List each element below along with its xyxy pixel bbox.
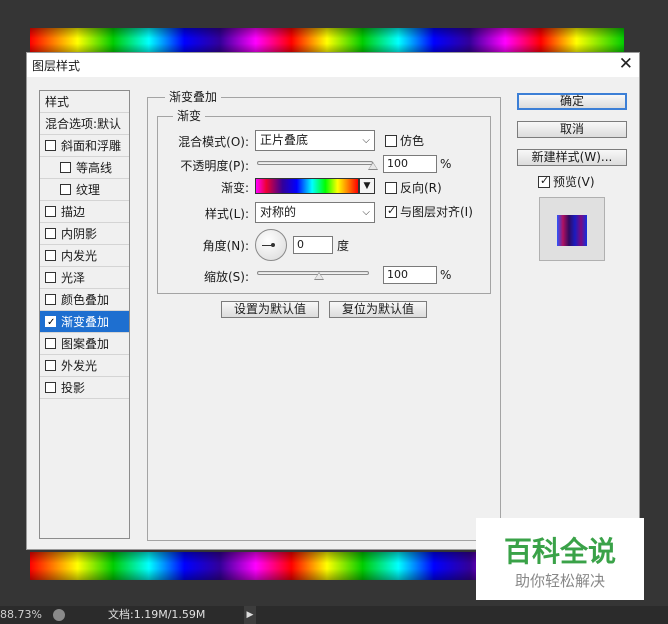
scale-input[interactable]: 100	[383, 266, 437, 284]
style-item-inner-glow[interactable]: 内发光	[40, 245, 129, 267]
style-item-checkbox[interactable]	[45, 294, 56, 305]
set-default-button[interactable]: 设置为默认值	[221, 301, 319, 318]
styles-list: 样式 混合选项:默认 斜面和浮雕等高线纹理描边内阴影内发光光泽颜色叠加 ✓ 渐变叠加…	[39, 90, 130, 539]
style-item-label: 内阴影	[61, 227, 98, 241]
document-size: 文档:1.19M/1.59M	[108, 608, 206, 621]
style-item-label: 外发光	[61, 359, 98, 373]
gradient-subgroup-title: 渐变	[173, 107, 206, 124]
canvas-gradient-top	[30, 28, 624, 54]
opacity-label: 不透明度(P):	[180, 159, 249, 173]
preview-swatch	[557, 215, 587, 246]
style-item-texture[interactable]: 纹理	[40, 179, 129, 201]
angle-dial[interactable]	[255, 229, 287, 261]
checkbox-box[interactable]	[385, 135, 397, 147]
styles-header[interactable]: 样式	[40, 91, 129, 113]
ok-button[interactable]: 确定	[517, 93, 627, 110]
reverse-label: 反向(R)	[400, 181, 442, 195]
style-item-satin[interactable]: 光泽	[40, 267, 129, 289]
style-item-checkbox[interactable]	[45, 382, 56, 393]
style-item-pattern-overlay[interactable]: 图案叠加	[40, 333, 129, 355]
style-item-bevel-emboss[interactable]: 斜面和浮雕	[40, 135, 129, 157]
watermark-subtitle: 助你轻松解决	[514, 572, 605, 590]
style-item-checkbox[interactable]	[45, 338, 56, 349]
reverse-checkbox[interactable]: 反向(R)	[385, 181, 442, 195]
gradient-swatch[interactable]	[255, 178, 359, 194]
preview-label: 预览(V)	[553, 175, 595, 189]
style-item-checkbox[interactable]	[45, 250, 56, 261]
cancel-button[interactable]: 取消	[517, 121, 627, 138]
angle-input[interactable]: 0	[293, 236, 333, 254]
style-item-label: 内发光	[61, 249, 98, 263]
style-item-label: 渐变叠加	[61, 315, 110, 329]
style-item-label: 颜色叠加	[61, 293, 110, 307]
style-item-outer-glow[interactable]: 外发光	[40, 355, 129, 377]
style-preview	[539, 197, 605, 261]
watermark-title: 百科全说	[503, 535, 616, 568]
dialog-titlebar: 图层样式 ✕	[27, 53, 639, 77]
style-item-color-overlay[interactable]: 颜色叠加	[40, 289, 129, 311]
blend-mode-label: 混合模式(O):	[178, 135, 249, 149]
scale-unit: %	[440, 268, 452, 282]
style-item-label: 描边	[61, 205, 86, 219]
status-bar: 88.73% 文档:1.19M/1.59M ▶	[0, 606, 668, 624]
zoom-level[interactable]: 88.73%	[0, 606, 42, 624]
chevron-down-icon: ⌵	[362, 207, 370, 218]
align-with-layer-label: 与图层对齐(I)	[400, 205, 473, 219]
style-item-label: 光泽	[61, 271, 86, 285]
style-item-contour[interactable]: 等高线	[40, 157, 129, 179]
style-item-checkbox[interactable]	[60, 162, 71, 173]
align-with-layer-checkbox[interactable]: ✓ 与图层对齐(I)	[385, 204, 473, 219]
opacity-slider[interactable]	[257, 161, 373, 165]
opacity-unit: %	[440, 157, 452, 171]
scale-label: 缩放(S):	[203, 270, 249, 284]
gradient-overlay-title: 渐变叠加	[165, 88, 222, 105]
opacity-input[interactable]: 100	[383, 155, 437, 173]
style-item-gradient-overlay[interactable]: ✓ 渐变叠加	[40, 311, 129, 333]
style-item-checkbox[interactable]	[45, 272, 56, 283]
dither-label: 仿色	[400, 134, 425, 148]
style-item-drop-shadow[interactable]: 投影	[40, 377, 129, 399]
blend-options-item[interactable]: 混合选项:默认	[40, 113, 129, 135]
angle-unit: 度	[337, 239, 350, 253]
angle-label: 角度(N):	[202, 239, 249, 253]
new-style-button[interactable]: 新建样式(W)...	[517, 149, 627, 166]
opacity-slider-thumb[interactable]	[368, 162, 378, 170]
style-item-checkbox[interactable]	[45, 360, 56, 371]
style-item-stroke[interactable]: 描边	[40, 201, 129, 223]
style-label: 样式(L):	[204, 207, 249, 221]
scale-slider-thumb[interactable]	[314, 272, 324, 280]
dither-checkbox[interactable]: 仿色	[385, 134, 424, 148]
style-item-checkbox[interactable]	[45, 228, 56, 239]
close-icon[interactable]: ✕	[619, 55, 633, 73]
gradient-label: 渐变:	[220, 181, 249, 195]
checkbox-box[interactable]: ✓	[385, 204, 397, 218]
style-item-checkbox[interactable]: ✓	[45, 316, 56, 328]
style-item-label: 投影	[61, 381, 86, 395]
checkbox-box[interactable]	[385, 182, 397, 194]
style-item-label: 斜面和浮雕	[61, 139, 122, 153]
watermark: 百科全说 助你轻松解决	[476, 518, 644, 600]
gradient-dropdown-icon[interactable]: ▼	[359, 178, 375, 194]
style-select[interactable]: 对称的 ⌵	[255, 202, 375, 223]
style-item-checkbox[interactable]	[60, 184, 71, 195]
reset-default-button[interactable]: 复位为默认值	[329, 301, 427, 318]
layer-style-dialog: 图层样式 ✕ 样式 混合选项:默认 斜面和浮雕等高线纹理描边内阴影内发光光泽颜色…	[26, 52, 640, 550]
style-item-checkbox[interactable]	[45, 140, 56, 151]
checkbox-box[interactable]: ✓	[538, 174, 550, 188]
scale-slider[interactable]	[257, 271, 369, 275]
chevron-down-icon: ⌵	[362, 135, 370, 146]
style-item-label: 图案叠加	[61, 337, 110, 351]
play-arrow-icon[interactable]: ▶	[244, 606, 256, 624]
style-item-checkbox[interactable]	[45, 206, 56, 217]
style-item-label: 等高线	[76, 161, 113, 175]
blend-mode-select[interactable]: 正片叠底 ⌵	[255, 130, 375, 151]
preview-checkbox[interactable]: ✓ 预览(V)	[538, 174, 595, 189]
style-item-inner-shadow[interactable]: 内阴影	[40, 223, 129, 245]
dialog-title: 图层样式	[32, 59, 81, 73]
style-item-label: 纹理	[76, 183, 101, 197]
share-icon[interactable]	[53, 609, 65, 621]
